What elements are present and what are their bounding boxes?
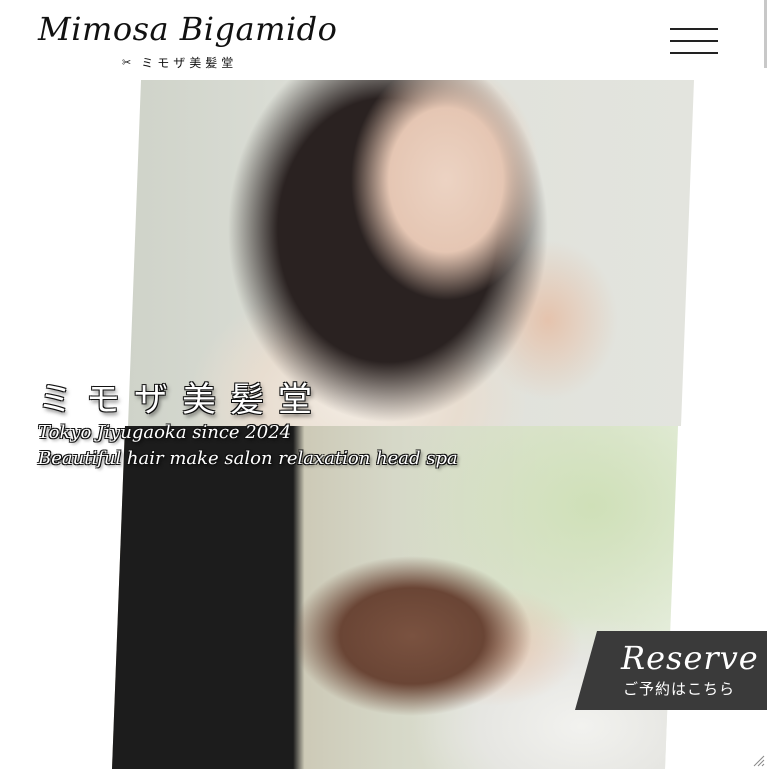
reserve-button[interactable]: Reserve ご予約はこちら: [575, 631, 767, 710]
menu-bar: [670, 40, 718, 42]
menu-bar: [670, 28, 718, 30]
logo-subtitle: ✂ ミモザ美髪堂: [122, 54, 237, 71]
logo[interactable]: Mimosa Bigamido: [38, 10, 337, 48]
scissors-icon: ✂: [122, 56, 132, 69]
hero-tagline-line2: Beautiful hair make salon relaxation hea…: [38, 448, 458, 469]
hamburger-menu-icon[interactable]: [668, 24, 722, 58]
logo-subtitle-text: ミモザ美髪堂: [141, 56, 238, 70]
hero-tagline-line1: Tokyo Jiyugaoka since 2024: [38, 422, 292, 443]
site-header: Mimosa Bigamido ✂ ミモザ美髪堂: [0, 0, 767, 80]
reserve-title: Reserve: [621, 639, 759, 677]
resize-grip-icon[interactable]: [753, 755, 765, 767]
menu-bar: [670, 52, 718, 54]
hero-title: ミモザ美髪堂: [38, 380, 326, 420]
hero-photo-head-spa: [112, 426, 678, 769]
reserve-subtitle: ご予約はこちら: [623, 680, 736, 698]
